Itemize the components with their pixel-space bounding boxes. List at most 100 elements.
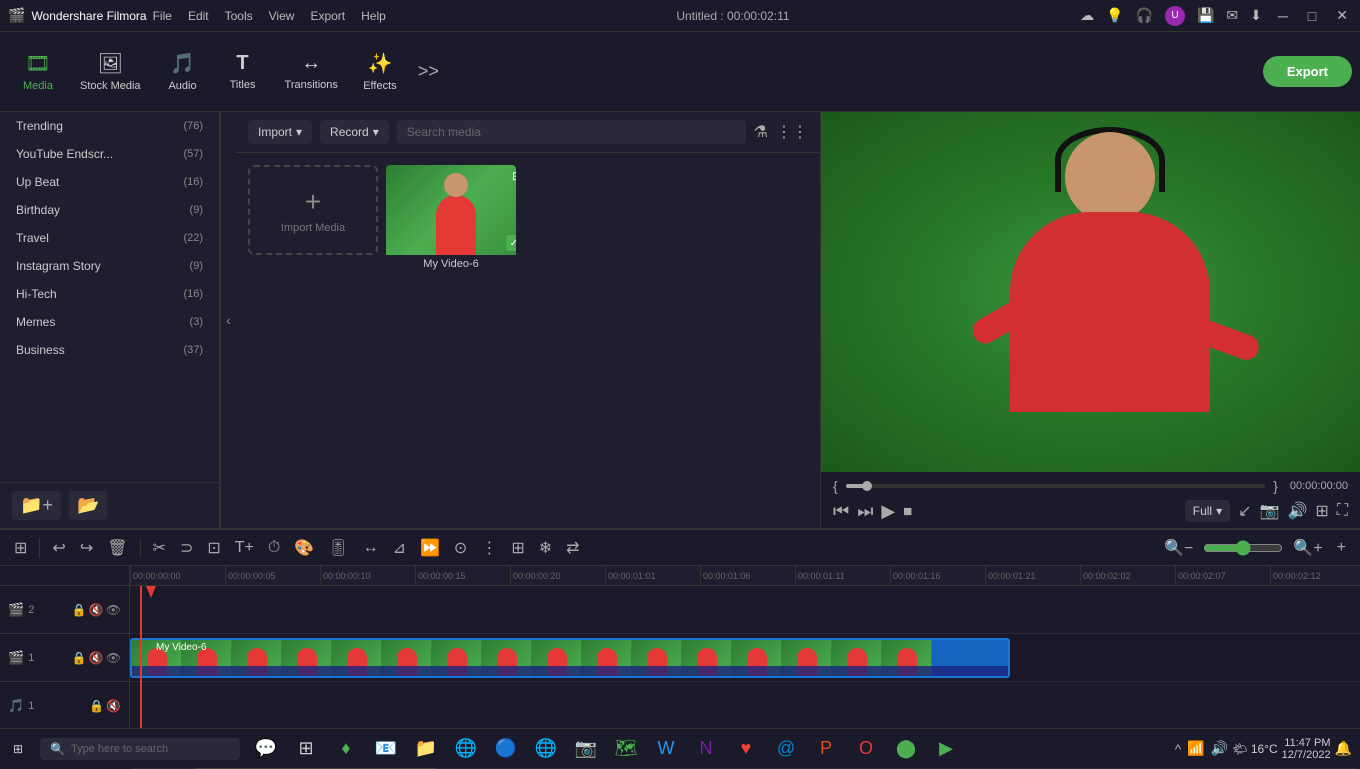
cloud-icon[interactable]: ☁ — [1080, 7, 1094, 24]
video-clip-v1[interactable]: ▶ My Video-6 — [130, 638, 1010, 678]
taskbar-word-icon[interactable]: W — [648, 729, 684, 769]
track-v1-mute-button[interactable]: 🔇 — [89, 651, 104, 665]
minimize-button[interactable]: ─ — [1274, 8, 1292, 24]
replace-button[interactable]: ⇄ — [562, 534, 583, 562]
freeze-button[interactable]: ❄ — [535, 534, 556, 562]
taskbar-opera-icon[interactable]: O — [848, 729, 884, 769]
to-edit-button[interactable]: ↙ — [1238, 501, 1251, 521]
taskbar-app-8[interactable]: ▶ — [928, 729, 964, 769]
color-button[interactable]: 🎨 — [290, 534, 318, 562]
taskbar-app-2[interactable]: 📧 — [368, 729, 404, 769]
taskbar-app-3[interactable]: 📁 — [408, 729, 444, 769]
timer-button[interactable]: ⏱ — [264, 535, 284, 561]
chevron-up-icon[interactable]: ^ — [1175, 741, 1182, 757]
track-a1-row[interactable] — [130, 682, 1360, 730]
network-icon[interactable]: 📶 — [1187, 740, 1204, 757]
grid-view-button[interactable]: ⊞ — [10, 534, 31, 562]
export-button[interactable]: Export — [1263, 56, 1352, 87]
sidebar-item-birthday[interactable]: Birthday (9) — [0, 196, 219, 224]
menu-view[interactable]: View — [269, 9, 295, 23]
taskbar-app-6[interactable]: 🗺 — [608, 729, 644, 769]
multicam-button[interactable]: ⊞ — [507, 534, 528, 562]
taskbar-app-1[interactable]: ♦ — [328, 729, 364, 769]
sidebar-scroll[interactable]: Trending (76) YouTube Endscr... (57) Up … — [0, 112, 219, 482]
toolbar-media[interactable]: 🎞 Media — [8, 45, 68, 98]
seekbar-track[interactable] — [846, 484, 1266, 488]
menu-edit[interactable]: Edit — [188, 9, 209, 23]
sidebar-item-instagram[interactable]: Instagram Story (9) — [0, 252, 219, 280]
add-track-button[interactable]: + — [1333, 535, 1350, 561]
maximize-button[interactable]: □ — [1304, 8, 1320, 24]
pip-button[interactable]: ⊞ — [1315, 501, 1328, 521]
crop-button[interactable]: ⊡ — [203, 534, 224, 562]
scale-button[interactable]: ⊿ — [389, 534, 410, 562]
track-v2-row[interactable] — [130, 586, 1360, 634]
sidebar-item-trending[interactable]: Trending (76) — [0, 112, 219, 140]
mark-out-button[interactable]: } — [1273, 478, 1278, 494]
menu-export[interactable]: Export — [310, 9, 345, 23]
transition-button[interactable]: ↔ — [359, 535, 383, 561]
audio-detach-button[interactable]: ⋮ — [477, 534, 501, 562]
redo-button[interactable]: ↪ — [76, 534, 97, 562]
import-button[interactable]: Import ▾ — [248, 120, 312, 144]
step-back-button[interactable]: ⏭ — [857, 501, 873, 522]
bulb-icon[interactable]: 💡 — [1106, 7, 1123, 24]
track-v1-lock-button[interactable]: 🔒 — [72, 651, 87, 665]
menu-help[interactable]: Help — [361, 9, 386, 23]
delete-button[interactable]: 🗑 — [103, 534, 131, 562]
record-button[interactable]: Record ▾ — [320, 120, 389, 144]
track-v2-lock-button[interactable]: 🔒 — [72, 603, 87, 617]
taskbar-instagram-icon[interactable]: 📷 — [568, 729, 604, 769]
taskbar-app-5[interactable]: 🔵 — [488, 729, 524, 769]
filter-icon[interactable]: ⚗ — [754, 122, 768, 142]
media-search-input[interactable] — [397, 120, 746, 144]
download-icon[interactable]: ⬇ — [1250, 7, 1262, 24]
taskbar-clock[interactable]: 11:47 PM 12/7/2022 — [1282, 737, 1331, 761]
track-v1-row[interactable]: ▶ My Video-6 — [130, 634, 1360, 682]
cut-button[interactable]: ✂ — [149, 534, 170, 562]
taskbar-outlook-icon[interactable]: @ — [768, 729, 804, 769]
folder-button[interactable]: 📂 — [69, 491, 107, 520]
volume-icon[interactable]: 🔊 — [1211, 740, 1228, 757]
sidebar-item-memes[interactable]: Memes (3) — [0, 308, 219, 336]
seekbar-thumb[interactable] — [862, 481, 872, 491]
menu-tools[interactable]: Tools — [225, 9, 253, 23]
menu-file[interactable]: File — [153, 9, 172, 23]
track-v1-eye-button[interactable]: 👁 — [106, 651, 121, 665]
taskbar-onenote-icon[interactable]: N — [688, 729, 724, 769]
sidebar-item-upbeat[interactable]: Up Beat (16) — [0, 168, 219, 196]
taskbar-app-7[interactable]: ♥ — [728, 729, 764, 769]
taskbar-app-4[interactable]: 🌐 — [448, 729, 484, 769]
avatar[interactable]: U — [1165, 6, 1185, 26]
toolbar-transitions[interactable]: ↔ Transitions — [273, 46, 350, 97]
speed-button[interactable]: ⏩ — [416, 534, 444, 562]
zoom-slider[interactable] — [1203, 540, 1283, 556]
play-button[interactable]: ▶ — [881, 501, 895, 522]
taskbar-cortana-icon[interactable]: 💬 — [248, 729, 284, 769]
zoom-in-button[interactable]: 🔍+ — [1289, 534, 1326, 562]
mark-in-button[interactable]: { — [833, 478, 838, 494]
undo-button[interactable]: ↩ — [48, 534, 69, 562]
more-options-icon[interactable]: ⋮⋮ — [776, 122, 808, 142]
ripple-button[interactable]: ⊃ — [176, 534, 197, 562]
toolbar-more-button[interactable]: >> — [410, 53, 447, 90]
save-icon[interactable]: 💾 — [1197, 7, 1214, 24]
toolbar-audio[interactable]: 🎵 Audio — [153, 45, 213, 98]
taskbar-edge-icon[interactable]: 🌐 — [528, 729, 564, 769]
media-import-item[interactable]: + Import Media — [248, 165, 378, 255]
taskbar-task-view-icon[interactable]: ⊞ — [288, 729, 324, 769]
audio-mixer-button[interactable]: 🎚 — [324, 534, 352, 562]
track-a1-mute-button[interactable]: 🔇 — [106, 699, 121, 713]
taskbar-powerpoint-icon[interactable]: P — [808, 729, 844, 769]
zoom-out-button[interactable]: 🔍− — [1160, 534, 1197, 562]
taskbar-chrome-icon[interactable]: ⬤ — [888, 729, 924, 769]
stabilize-button[interactable]: ⊙ — [450, 534, 471, 562]
notification-icon[interactable]: 🔔 — [1335, 740, 1352, 757]
close-button[interactable]: ✕ — [1332, 7, 1352, 24]
headphone-icon[interactable]: 🎧 — [1136, 7, 1153, 24]
taskbar-search-input[interactable] — [71, 743, 221, 755]
mail-icon[interactable]: ✉ — [1226, 7, 1238, 24]
toolbar-titles[interactable]: T Titles — [213, 46, 273, 97]
add-folder-button[interactable]: 📁+ — [12, 491, 61, 520]
sidebar-item-business[interactable]: Business (37) — [0, 336, 219, 364]
